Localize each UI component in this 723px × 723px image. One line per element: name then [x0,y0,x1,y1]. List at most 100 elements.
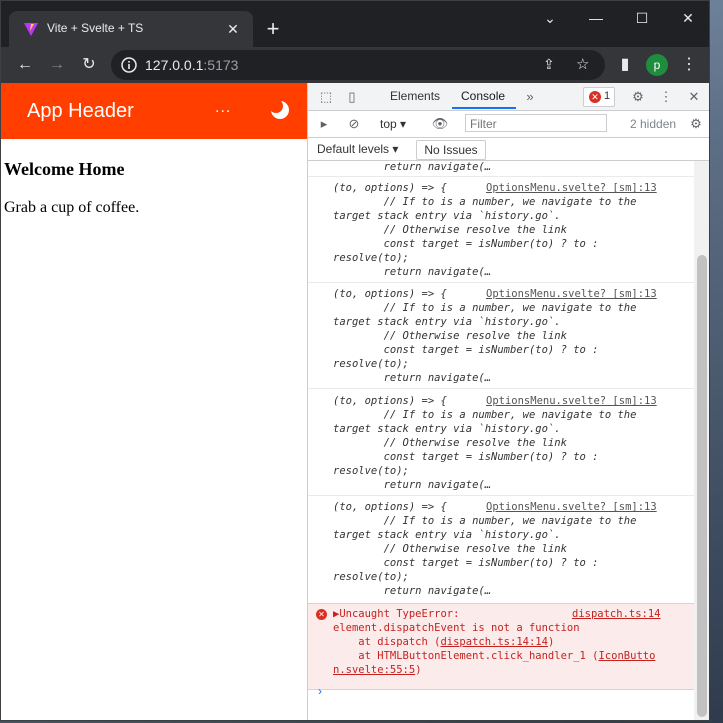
console-filter-bar: Default levels ▾ No Issues [308,138,709,161]
close-devtools-icon[interactable]: ✕ [684,87,704,107]
log-levels-dropdown[interactable]: Default levels ▾ [317,142,398,156]
address-bar[interactable]: 127.0.0.1:5173 ⇪ ☆ [111,50,605,80]
device-toolbar-icon[interactable]: ▯ [342,87,362,107]
app-header-title: App Header [27,100,134,122]
error-title[interactable]: ▶Uncaught TypeError: [333,608,459,620]
log-line: return navigate(… [333,266,492,278]
devtools-panel: ⬚ ▯ Elements Console » ✕ 1 ⚙ ⋮ ✕ ▸ ⊘ top… [307,83,709,720]
stack-frame-prefix: at dispatch ( [333,636,441,648]
filter-placeholder: Filter [470,117,497,131]
scrollbar-thumb[interactable] [697,255,707,717]
stack-frame-link[interactable]: n.svelte:55:5 [333,664,415,676]
minimize-button[interactable]: — [573,1,619,35]
issues-button[interactable]: No Issues [416,140,486,160]
context-selector[interactable]: top ▾ [380,117,406,131]
bookmark-star-icon[interactable]: ☆ [576,55,589,73]
log-line: const target = isNumber(to) ? to : [333,557,599,569]
tab-search-icon[interactable]: ⌄ [527,1,573,35]
console-toolbar: ▸ ⊘ top ▾ 👁 Filter 2 hidden ⚙ [308,111,709,138]
browser-toolbar: ← → ↻ 127.0.0.1:5173 ⇪ ☆ ▮ p ⋮ [1,47,709,83]
log-source-link[interactable]: OptionsMenu.svelte? [sm]:13 [486,182,657,194]
settings-gear-icon[interactable]: ⚙ [628,87,648,107]
page-viewport: App Header ... Welcome Home Grab a cup o… [1,83,307,720]
url-text: 127.0.0.1:5173 [145,57,238,73]
log-line: return navigate(… [333,479,492,491]
devtools-menu-icon[interactable]: ⋮ [656,87,676,107]
console-settings-gear-icon[interactable]: ⚙ [686,114,706,134]
sidebar-toggle-icon[interactable]: ▸ [314,114,334,134]
tab-title: Vite + Svelte + TS [47,21,144,35]
log-line: // If to is a number, we navigate to the [333,302,637,314]
log-line: target stack entry via `history.go`. [333,423,561,435]
stack-frame-link[interactable]: IconButto [599,650,656,662]
share-icon[interactable]: ⇪ [543,56,555,73]
log-line: // If to is a number, we navigate to the [333,515,637,527]
log-separator [308,495,694,496]
filter-input[interactable]: Filter [465,114,607,132]
dark-mode-toggle-icon[interactable] [269,99,291,121]
back-button[interactable]: ← [11,51,39,79]
stack-frame: at HTMLButtonElement.click_handler_1 (Ic… [333,650,655,662]
log-source-link[interactable]: OptionsMenu.svelte? [sm]:13 [486,395,657,407]
log-line: // Otherwise resolve the link [333,543,567,555]
log-head: (to, options) => { [333,182,447,194]
page-heading: Welcome Home [4,159,125,179]
close-window-button[interactable]: ✕ [665,1,709,35]
log-line: // Otherwise resolve the link [333,330,567,342]
error-source-text: dispatch.ts:14 [572,608,661,620]
live-expression-eye-icon[interactable]: 👁 [430,114,450,134]
log-line: resolve(to); [333,571,409,583]
side-panel-icon[interactable]: ▮ [611,51,639,79]
tab-elements[interactable]: Elements [390,89,440,103]
error-message: ✕ ▶Uncaught TypeError: dispatch.ts:14 el… [308,603,694,690]
clear-console-icon[interactable]: ⊘ [344,114,364,134]
stack-frame-suffix: ) [547,636,555,648]
new-tab-button[interactable]: + [259,15,287,43]
log-head: (to, options) => { [333,395,447,407]
forward-button[interactable]: → [43,51,71,79]
log-line: resolve(to); [333,252,409,264]
log-separator [308,388,694,389]
close-tab-icon[interactable]: ✕ [223,19,243,39]
stack-frame-link[interactable]: dispatch.ts:14:14 [440,636,547,648]
log-head: (to, options) => { [333,288,447,300]
console-scrollbar[interactable] [694,161,709,720]
log-line: return navigate(… [333,585,492,597]
error-count: 1 [604,90,611,102]
log-line: const target = isNumber(to) ? to : [333,344,599,356]
tab-console[interactable]: Console [461,89,505,103]
log-tail: return navigate(… [333,161,491,173]
maximize-button[interactable]: ☐ [619,1,665,35]
title-bar: Vite + Svelte + TS ✕ + ⌄ — ☐ ✕ [1,1,709,47]
console-prompt[interactable]: › [318,684,322,698]
browser-tab[interactable]: Vite + Svelte + TS ✕ [9,11,253,47]
context-value: top [380,117,397,131]
error-count-badge[interactable]: ✕ 1 [583,87,615,107]
log-line: target stack entry via `history.go`. [333,316,561,328]
log-line: // Otherwise resolve the link [333,224,567,236]
error-text: element.dispatchEvent is not a function [333,622,580,634]
app-header: App Header ... [1,83,307,139]
log-source-link[interactable]: OptionsMenu.svelte? [sm]:13 [486,288,657,300]
log-head: (to, options) => { [333,501,447,513]
page-text: Grab a cup of coffee. [4,199,140,216]
menu-kebab-icon[interactable]: ⋮ [675,51,703,79]
log-line: // If to is a number, we navigate to the [333,409,637,421]
log-tail-text: return navigate(… [383,161,492,173]
error-source-link[interactable]: dispatch.ts:14 [572,608,661,620]
stack-frame: at dispatch (dispatch.ts:14:14) [333,636,554,648]
log-line: target stack entry via `history.go`. [333,529,561,541]
log-line: const target = isNumber(to) ? to : [333,451,599,463]
info-icon[interactable] [121,57,137,73]
log-line: const target = isNumber(to) ? to : [333,238,599,250]
log-source-link[interactable]: OptionsMenu.svelte? [sm]:13 [486,501,657,513]
more-tabs-icon[interactable]: » [520,87,540,107]
error-icon: ✕ [589,91,601,103]
reload-button[interactable]: ↻ [75,51,103,79]
options-menu-button[interactable]: ... [215,99,231,117]
inspect-element-icon[interactable]: ⬚ [316,87,336,107]
log-separator [308,176,694,177]
profile-avatar[interactable]: p [646,54,668,76]
log-levels-label: Default levels [317,142,390,156]
vite-logo-icon [24,23,38,36]
